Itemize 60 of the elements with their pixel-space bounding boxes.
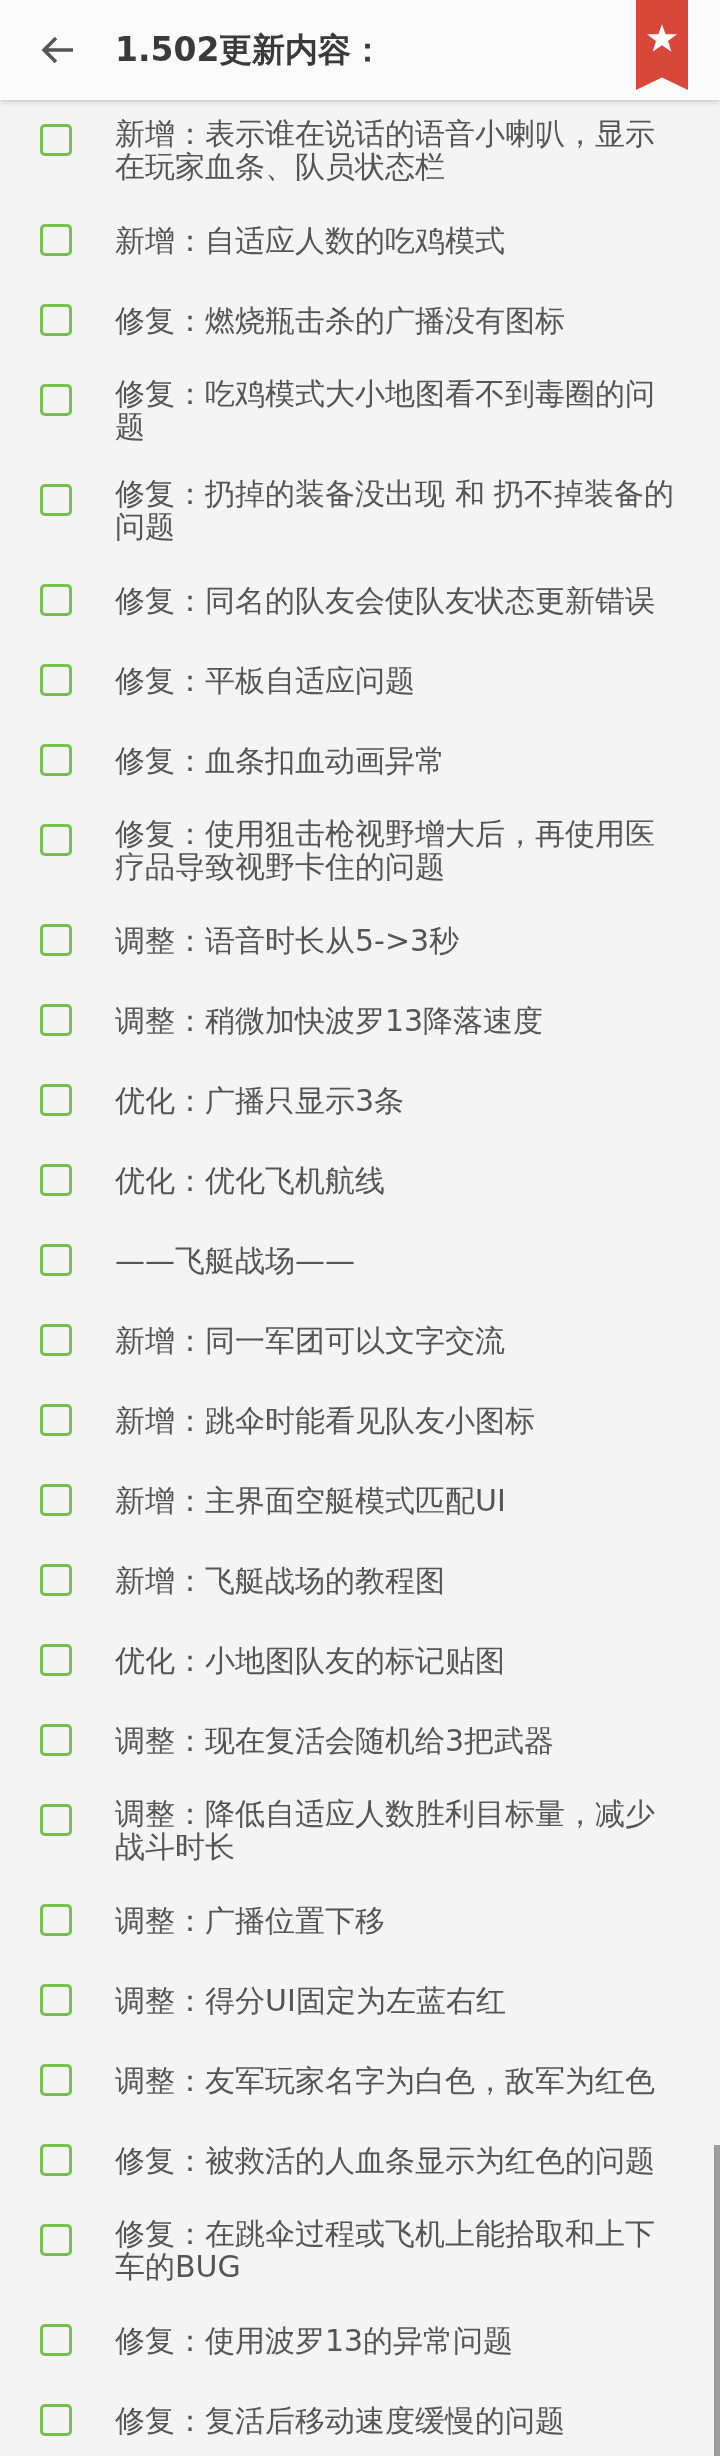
checklist-item-text: ——飞艇战场—— (115, 1243, 356, 1277)
checkbox[interactable] (40, 2064, 72, 2096)
checklist-item-text: 调整：稍微加快波罗13降落速度 (115, 1003, 545, 1037)
checkbox[interactable] (40, 2324, 72, 2356)
checklist-item-text: 新增：表示谁在说话的语音小喇叭，显示在玩家血条、队员状态栏 (115, 117, 656, 183)
checklist-item-text: 修复：被救活的人血条显示为红色的问题 (115, 2143, 656, 2177)
checklist-item-text: 修复：平板自适应问题 (115, 663, 416, 697)
checklist-item-text: 调整：友军玩家名字为白色，敌军为红色 (115, 2063, 656, 2097)
checkbox[interactable] (40, 304, 72, 336)
checklist-item-text: 调整：降低自适应人数胜利目标量，减少战斗时长 (115, 1797, 656, 1863)
checkbox[interactable] (40, 664, 72, 696)
checkbox[interactable] (40, 224, 72, 256)
checklist-item-text: 优化：优化飞机航线 (115, 1163, 386, 1197)
checklist-item-text: 修复：血条扣血动画异常 (115, 743, 446, 777)
checklist-item-text: 新增：主界面空艇模式匹配UI (115, 1483, 507, 1517)
checkbox[interactable] (40, 1404, 72, 1436)
checklist-item-text: 修复：扔掉的装备没出现 和 扔不掉装备的问题 (115, 477, 676, 543)
checkbox[interactable] (40, 1724, 72, 1756)
checkbox[interactable] (40, 1644, 72, 1676)
checklist-item-text: 调整：得分UI固定为左蓝右红 (115, 1983, 507, 2017)
page-title: 1.502更新内容： (115, 28, 385, 71)
checkbox[interactable] (40, 2404, 72, 2436)
bookmark-button[interactable] (636, 0, 688, 90)
checklist-item-text: 优化：小地图队友的标记贴图 (115, 1643, 506, 1677)
checkbox[interactable] (40, 1804, 72, 1836)
checkbox[interactable] (40, 484, 72, 516)
checkbox[interactable] (40, 1984, 72, 2016)
checklist-item-text: 修复：使用狙击枪视野增大后，再使用医疗品导致视野卡住的问题 (115, 817, 656, 883)
checklist-item-text: 调整：语音时长从5->3秒 (115, 923, 461, 957)
checklist-item-text: 新增：同一军团可以文字交流 (115, 1323, 506, 1357)
checklist-item-text: 修复：使用波罗13的异常问题 (115, 2323, 515, 2357)
checkbox[interactable] (40, 924, 72, 956)
checklist-item-text: 新增：飞艇战场的教程图 (115, 1563, 446, 1597)
checkbox[interactable] (40, 1324, 72, 1356)
checklist-item-text: 优化：广播只显示3条 (115, 1083, 406, 1117)
checkbox[interactable] (40, 1564, 72, 1596)
checkbox[interactable] (40, 2144, 72, 2176)
checkbox[interactable] (40, 1164, 72, 1196)
checkbox[interactable] (40, 744, 72, 776)
checklist-item-text: 新增：跳伞时能看见队友小图标 (115, 1403, 536, 1437)
checkbox[interactable] (40, 1004, 72, 1036)
checklist-item-text: 修复：燃烧瓶击杀的广播没有图标 (115, 303, 566, 337)
checklist-item-text: 修复：吃鸡模式大小地图看不到毒圈的问题 (115, 377, 656, 443)
back-arrow-icon (41, 35, 75, 65)
checklist-item-text: 修复：同名的队友会使队友状态更新错误 (115, 583, 656, 617)
checkbox[interactable] (40, 824, 72, 856)
checkbox[interactable] (40, 1084, 72, 1116)
checklist-item-text: 调整：现在复活会随机给3把武器 (115, 1723, 556, 1757)
checklist-item-text: 调整：广播位置下移 (115, 1903, 386, 1937)
checklist-item-text: 修复：复活后移动速度缓慢的问题 (115, 2403, 566, 2437)
checkbox[interactable] (40, 1484, 72, 1516)
checkbox[interactable] (40, 1904, 72, 1936)
star-icon (647, 23, 677, 53)
checkbox[interactable] (40, 1244, 72, 1276)
checkbox[interactable] (40, 124, 72, 156)
checkbox[interactable] (40, 584, 72, 616)
checklist-item-text: 修复：在跳伞过程或飞机上能拾取和上下车的BUG (115, 2217, 656, 2283)
checkbox[interactable] (40, 2224, 72, 2256)
checklist-item-text: 新增：自适应人数的吃鸡模式 (115, 223, 506, 257)
checkbox[interactable] (40, 384, 72, 416)
